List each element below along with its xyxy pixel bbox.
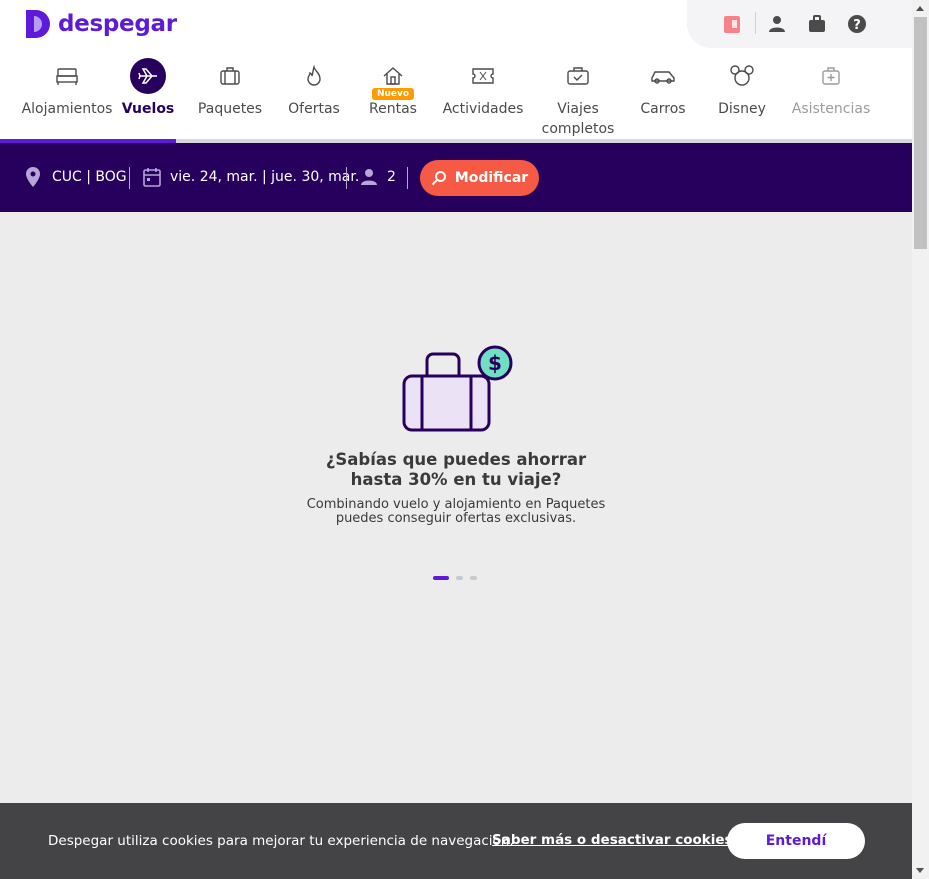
briefcase-check-icon bbox=[560, 58, 596, 94]
results-loading-area: $ ¿Sabías que puedes ahorrar hasta 30% e… bbox=[0, 212, 912, 803]
dates-text[interactable]: vie. 24, mar. | jue. 30, mar. bbox=[170, 169, 359, 186]
nav-item-viajes-completos[interactable]: Viajes completos bbox=[540, 58, 616, 139]
help-icon[interactable]: ? bbox=[847, 14, 867, 34]
search-summary-bar: CUC | BOG vie. 24, mar. | jue. 30, mar. … bbox=[0, 143, 912, 212]
nav-label: Alojamientos bbox=[21, 101, 113, 117]
logo-text: despegar bbox=[58, 11, 177, 37]
nav-item-vuelos[interactable]: Vuelos bbox=[122, 58, 174, 119]
search-divider bbox=[346, 167, 347, 189]
nav-item-paquetes[interactable]: Paquetes bbox=[198, 58, 262, 119]
promo-title: ¿Sabías que puedes ahorrar hasta 30% en … bbox=[256, 450, 656, 490]
carousel-dots bbox=[433, 576, 484, 580]
page-scrollbar[interactable] bbox=[912, 0, 929, 879]
nav-item-asistencias[interactable]: Asistencias bbox=[791, 58, 871, 119]
nav-label: Rentas bbox=[369, 101, 417, 117]
promo-ticket-icon[interactable] bbox=[722, 14, 742, 34]
scroll-down-arrow-icon[interactable] bbox=[916, 868, 924, 873]
accept-cookies-button[interactable]: Entendí bbox=[727, 823, 865, 859]
luggage-icon bbox=[212, 58, 248, 94]
nav-item-carros[interactable]: Carros bbox=[640, 58, 686, 119]
carousel-dot[interactable] bbox=[456, 576, 463, 580]
promo-text-line1: Combinando vuelo y alojamiento en Paquet… bbox=[306, 497, 606, 512]
nav-label: Carros bbox=[640, 101, 686, 117]
utility-bar: ? bbox=[687, 0, 912, 48]
nav-item-actividades[interactable]: Actividades bbox=[442, 58, 524, 119]
nav-label: Viajes completos bbox=[542, 99, 615, 139]
scroll-up-arrow-icon[interactable] bbox=[916, 6, 924, 11]
mickey-icon bbox=[724, 58, 760, 94]
svg-text:?: ? bbox=[853, 18, 861, 33]
search-divider bbox=[129, 167, 130, 189]
passenger-icon bbox=[360, 168, 378, 190]
car-icon bbox=[645, 58, 681, 94]
bed-icon bbox=[49, 58, 85, 94]
flame-icon bbox=[296, 58, 332, 94]
nav-label-line1: Viajes bbox=[557, 101, 599, 117]
nav-item-ofertas[interactable]: Ofertas bbox=[288, 58, 340, 119]
plane-icon bbox=[130, 58, 166, 94]
nav-label: Actividades bbox=[442, 101, 524, 117]
nav-label: Vuelos bbox=[121, 101, 175, 117]
promo-title-line1: ¿Sabías que puedes ahorrar bbox=[325, 450, 587, 469]
logo-mark-icon bbox=[26, 10, 50, 38]
nav-label: Asistencias bbox=[791, 101, 871, 117]
cookie-settings-link[interactable]: Saber más o desactivar cookies. bbox=[492, 832, 738, 848]
promo-text-line2: puedes conseguir ofertas exclusivas. bbox=[335, 511, 577, 526]
nav-item-alojamientos[interactable]: Alojamientos bbox=[22, 58, 112, 119]
modify-label: Modificar bbox=[454, 170, 529, 186]
nav-label: Disney bbox=[718, 101, 766, 117]
date-out: vie. 24, mar. bbox=[170, 169, 258, 185]
scroll-thumb[interactable] bbox=[914, 17, 927, 249]
cookie-banner: Despegar utiliza cookies para mejorar tu… bbox=[0, 803, 912, 879]
promo-text: Combinando vuelo y alojamiento en Paquet… bbox=[256, 498, 656, 526]
calendar-icon bbox=[143, 167, 161, 191]
modify-search-button[interactable]: Modificar bbox=[420, 160, 539, 196]
nav-item-disney[interactable]: Disney bbox=[718, 58, 766, 119]
cookie-text: Despegar utiliza cookies para mejorar tu… bbox=[48, 833, 514, 849]
nav-item-rentas[interactable]: Nuevo Rentas bbox=[367, 58, 419, 119]
ticket-icon bbox=[465, 58, 501, 94]
suitcase-savings-illustration: $ bbox=[402, 345, 513, 432]
medkit-icon bbox=[813, 58, 849, 94]
nav-label-line2: completos bbox=[541, 121, 615, 137]
new-badge: Nuevo bbox=[371, 88, 415, 100]
search-icon bbox=[431, 171, 446, 186]
product-nav: Alojamientos Vuelos Paquetes Ofertas Nue bbox=[0, 58, 912, 138]
svg-text:$: $ bbox=[488, 351, 502, 375]
despegar-logo[interactable]: despegar bbox=[24, 10, 177, 38]
route-text[interactable]: CUC | BOG bbox=[52, 169, 127, 186]
carousel-dot[interactable] bbox=[433, 576, 449, 580]
site-header: despegar ? Alojamientos Vuelos Paquetes … bbox=[0, 0, 912, 143]
search-divider bbox=[407, 167, 408, 189]
location-pin-icon bbox=[25, 167, 41, 191]
promo-title-line2: hasta 30% en tu viaje? bbox=[350, 470, 562, 489]
utility-divider bbox=[755, 12, 756, 34]
nav-label: Paquetes bbox=[197, 101, 263, 117]
passengers-count[interactable]: 2 bbox=[387, 169, 396, 186]
user-icon[interactable] bbox=[767, 14, 787, 34]
carousel-dot[interactable] bbox=[470, 576, 477, 580]
suitcase-icon[interactable] bbox=[807, 14, 827, 34]
nav-label: Ofertas bbox=[288, 101, 340, 117]
